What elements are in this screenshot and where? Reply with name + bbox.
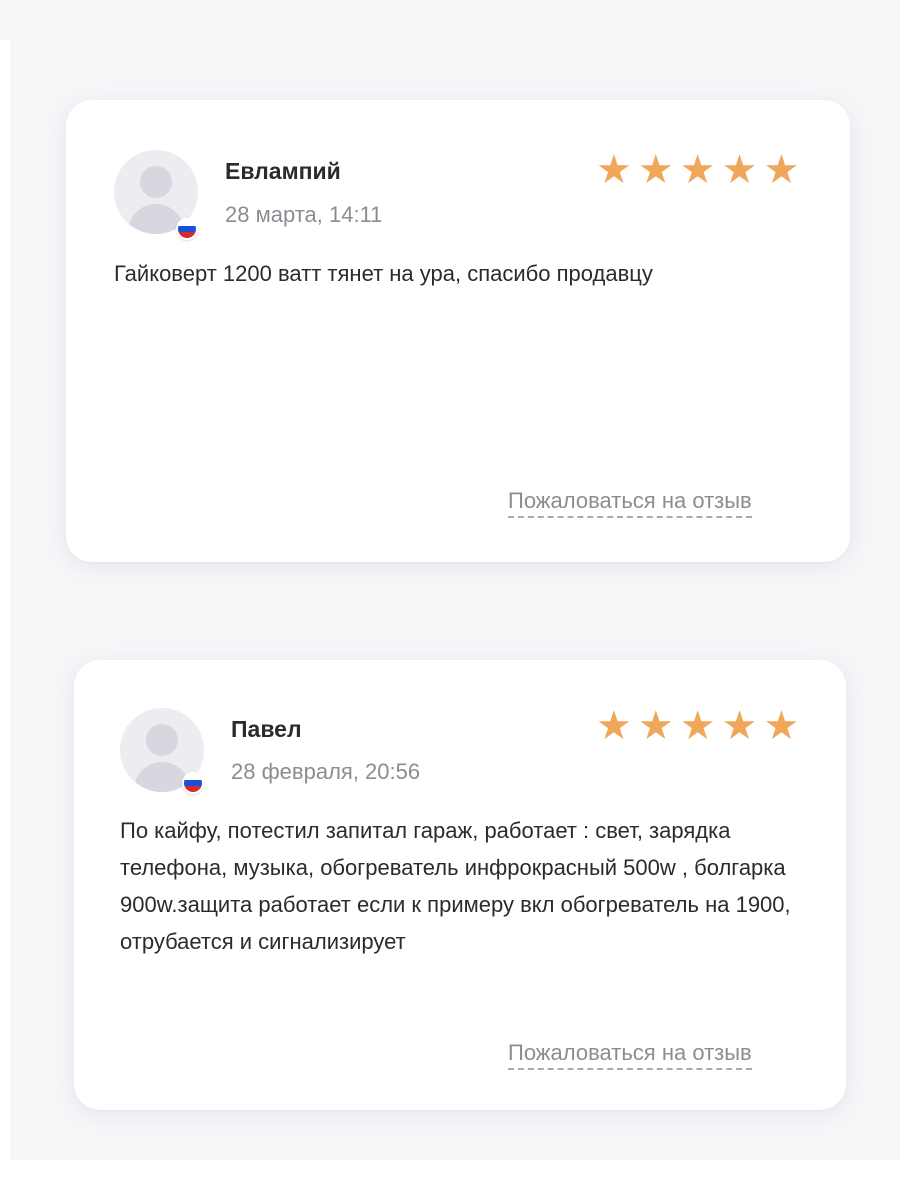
review-date: 28 февраля, 20:56: [231, 759, 421, 784]
rating-stars: ★ ★ ★ ★ ★: [596, 706, 799, 746]
star-icon: ★: [763, 148, 800, 192]
star-icon: ★: [721, 704, 758, 748]
review-author: Павел: [231, 716, 302, 742]
star-icon: ★: [679, 704, 716, 748]
star-icon: ★: [596, 148, 632, 192]
review-author: Евлампий: [225, 158, 341, 184]
review-card: Евлампий 28 марта, 14:11 ★ ★ ★ ★ ★ Гайко…: [66, 100, 850, 562]
star-icon: ★: [596, 704, 632, 748]
review-text: Гайковерт 1200 ватт тянет на ура, спасиб…: [114, 261, 653, 286]
review-card: Павел 28 февраля, 20:56 ★ ★ ★ ★ ★ По кай…: [74, 660, 846, 1110]
user-placeholder-icon: [140, 166, 172, 198]
review-date: 28 марта, 14:11: [225, 202, 383, 227]
russia-flag-icon: [182, 772, 204, 794]
complain-link[interactable]: Пожаловаться на отзыв: [508, 1040, 752, 1070]
left-edge-strip: [0, 40, 10, 1160]
star-icon: ★: [763, 704, 800, 748]
rating-stars: ★ ★ ★ ★ ★: [596, 150, 799, 190]
review-text: По кайфу, потестил запитал гараж, работа…: [120, 818, 791, 954]
page-footer-band: [0, 1160, 900, 1200]
star-icon: ★: [721, 148, 758, 192]
russia-flag-icon: [176, 218, 198, 240]
star-icon: ★: [637, 148, 674, 192]
complain-link[interactable]: Пожаловаться на отзыв: [508, 488, 752, 518]
star-icon: ★: [637, 704, 674, 748]
user-placeholder-icon: [146, 724, 178, 756]
star-icon: ★: [679, 148, 716, 192]
